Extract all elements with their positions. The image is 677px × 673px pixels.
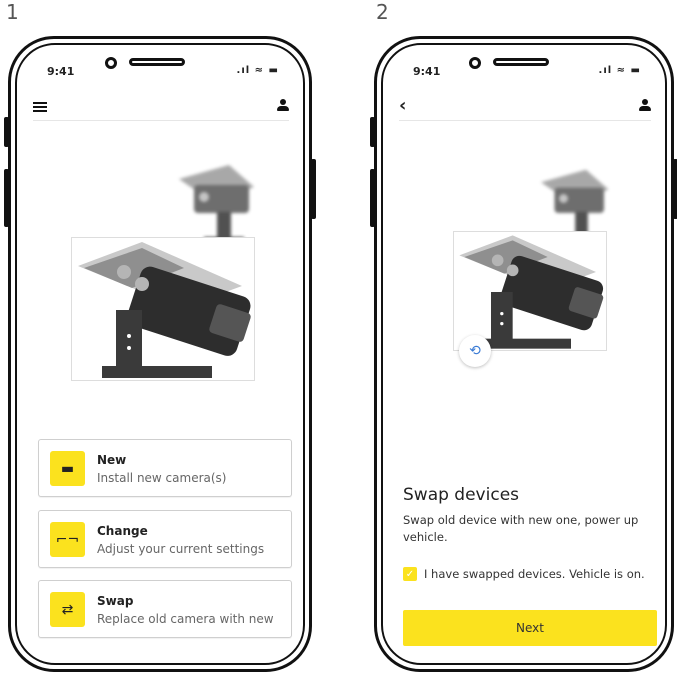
phone-side-button [370,169,375,227]
phone-frame-screen-1: 9:41 .ıl ≈ ▬ ▬ New Install new camera(s)… [4,36,316,672]
status-icons: .ıl ≈ ▬ [236,65,279,76]
app-bar: ‹ [399,97,651,121]
step-number-2: 2 [376,0,389,24]
phone-side-button [4,169,9,227]
next-button[interactable]: Next [403,610,657,646]
status-time: 9:41 [47,65,75,78]
swap-arrows-icon: ⇄ [50,592,85,627]
hamburger-menu-icon[interactable] [33,97,47,112]
page-description: Swap old device with new one, power up v… [403,513,639,544]
option-subtitle: Adjust your current settings [97,542,265,556]
phone-side-button [4,117,9,147]
camera-card-icon: ▬ [50,451,85,486]
page-title: Swap devices [403,485,520,505]
rotate-view-icon[interactable]: ⟲ [459,335,491,367]
option-change-card[interactable]: ⌐¬ Change Adjust your current settings [38,510,292,568]
phone-side-button [673,159,677,219]
phone-frame-screen-2: 9:41 .ıl ≈ ▬ ‹ ⟲ Swap devices Swap old d… [370,36,677,672]
checkbox-label: I have swapped devices. Vehicle is on. [424,567,645,581]
checkmark-icon[interactable]: ✓ [403,567,417,581]
phone-side-button [370,117,375,147]
status-time: 9:41 [413,65,441,78]
option-title: Swap [97,594,134,608]
step-number-1: 1 [6,0,19,24]
option-title: Change [97,524,148,538]
phone-side-button [311,159,316,219]
option-new-card[interactable]: ▬ New Install new camera(s) [38,439,292,497]
frame-adjust-icon: ⌐¬ [50,522,85,557]
option-subtitle: Replace old camera with new [97,612,274,626]
status-bar: 9:41 .ıl ≈ ▬ [413,65,641,81]
option-subtitle: Install new camera(s) [97,471,227,485]
confirm-checkbox-row[interactable]: ✓ I have swapped devices. Vehicle is on. [403,566,645,582]
status-icons: .ıl ≈ ▬ [598,65,641,76]
camera-image-large [71,237,255,381]
app-bar [33,97,289,121]
user-icon[interactable] [277,99,289,111]
camera-image-small [179,165,254,243]
option-swap-card[interactable]: ⇄ Swap Replace old camera with new [38,580,292,638]
status-bar: 9:41 .ıl ≈ ▬ [47,65,279,81]
user-icon[interactable] [639,99,651,111]
camera-image-large [453,231,607,351]
option-title: New [97,453,127,467]
back-chevron-icon[interactable]: ‹ [399,97,406,115]
